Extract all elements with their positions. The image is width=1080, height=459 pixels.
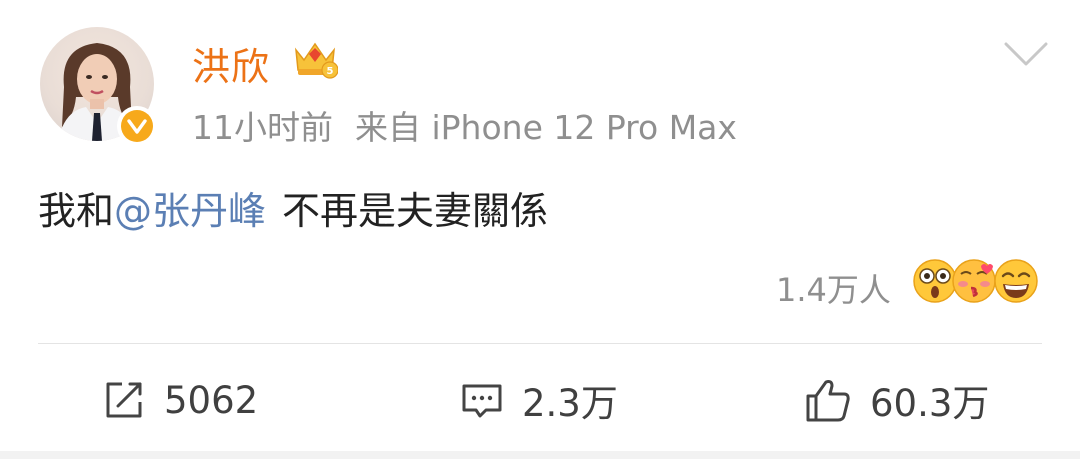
repost-button[interactable]: 5062 <box>102 375 258 425</box>
thumbs-up-icon <box>806 380 850 422</box>
chevron-down-icon[interactable] <box>1003 40 1049 70</box>
bottom-separator <box>0 451 1080 459</box>
svg-text:5: 5 <box>327 66 334 77</box>
kiss-emoji-icon <box>952 259 996 303</box>
username[interactable]: 洪欣 <box>192 36 270 91</box>
post-meta: 11小时前 来自 iPhone 12 Pro Max <box>192 101 737 149</box>
crown-level-icon: 5 <box>295 42 338 79</box>
like-count: 60.3万 <box>870 382 990 425</box>
laughing-emoji-icon <box>994 259 1038 303</box>
post-text-suffix: 不再是夫妻關係 <box>282 189 549 233</box>
mention-link[interactable]: @张丹峰 <box>114 189 266 233</box>
post-time: 11小时前 <box>192 108 333 147</box>
comment-button[interactable]: 2.3万 <box>460 375 618 425</box>
comment-icon <box>462 384 502 418</box>
repost-count: 5062 <box>164 378 259 422</box>
verified-badge-icon <box>117 106 157 146</box>
post-text-prefix: 我和 <box>38 189 115 233</box>
post-text: 我和@张丹峰 不再是夫妻關係 <box>38 180 548 235</box>
reactions-count[interactable]: 1.4万人 <box>776 265 891 311</box>
comment-count: 2.3万 <box>522 382 618 425</box>
like-button[interactable]: 60.3万 <box>804 375 989 425</box>
repost-icon <box>106 382 142 418</box>
divider <box>38 343 1042 344</box>
post-source: 来自 iPhone 12 Pro Max <box>355 108 737 147</box>
